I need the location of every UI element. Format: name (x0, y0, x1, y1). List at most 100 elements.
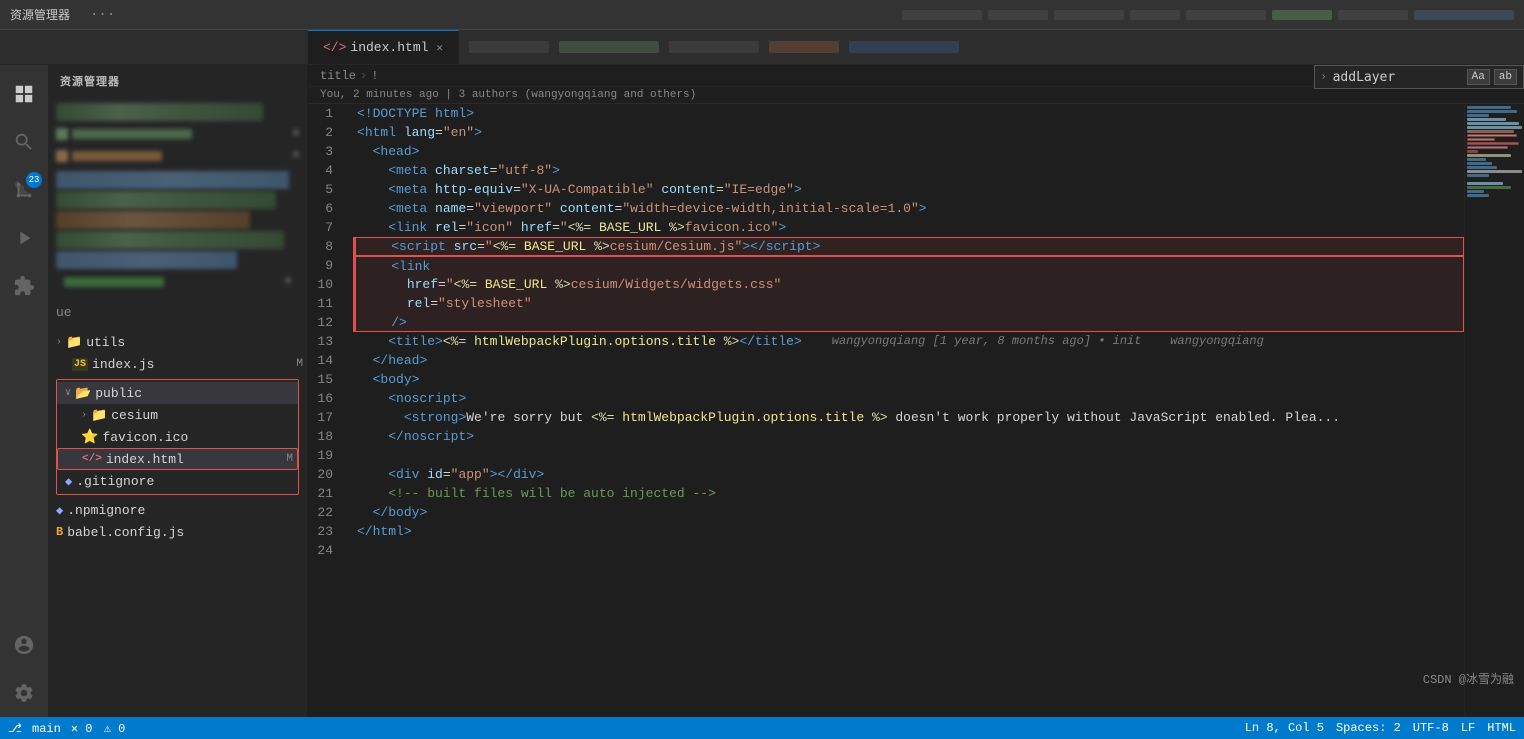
indexjs-modified: M (296, 358, 307, 370)
tab-placeholder-4 (1130, 10, 1180, 20)
status-line-col[interactable]: Ln 8, Col 5 (1245, 721, 1324, 735)
js-icon: JS (72, 358, 88, 371)
tab-placeholder-3 (1054, 10, 1124, 20)
code-line-17: <strong>We're sorry but <%= htmlWebpackP… (353, 408, 1464, 427)
sidebar-item-public[interactable]: ∨ 📂 public (57, 382, 298, 404)
sidebar-label-npmignore: .npmignore (67, 503, 145, 518)
blurred-2 (56, 171, 289, 189)
sidebar-label-public: public (95, 386, 142, 401)
tab-bar-rest (459, 41, 1524, 53)
spacer-2 (48, 323, 307, 327)
search-input[interactable] (1333, 70, 1463, 85)
code-indent (357, 161, 388, 180)
minimap-line-4 (1467, 118, 1506, 121)
blur-label-3 (64, 277, 164, 287)
search-chevron-icon[interactable]: › (1321, 72, 1327, 83)
ln-10: 10 (308, 275, 343, 294)
sidebar-item-ue[interactable]: ue (48, 301, 307, 323)
status-encoding[interactable]: UTF-8 (1413, 721, 1449, 735)
code-editor[interactable]: 1 2 3 4 5 6 7 8 9 10 11 12 13 14 15 16 1 (308, 104, 1524, 717)
sidebar-item-babel[interactable]: B babel.config.js (48, 521, 307, 543)
activity-icon-settings[interactable] (0, 669, 48, 717)
minimap-line-18 (1467, 174, 1489, 177)
status-branch[interactable]: ⎇ main (8, 721, 61, 736)
code-line-16: <noscript> (353, 389, 1464, 408)
tab-close[interactable]: ✕ (436, 41, 443, 55)
ln-22: 22 (308, 503, 343, 522)
blame-line-13: wangyongqiang [1 year, 8 months ago] • i… (832, 332, 1264, 351)
tab-icon: </> (323, 40, 346, 55)
code-indent (357, 142, 373, 161)
activity-icon-run[interactable] (0, 214, 48, 262)
sidebar-item-blurred-2[interactable]: M (48, 145, 307, 167)
code-line-18: </noscript> (353, 427, 1464, 446)
folder-open-icon-public: 📂 (75, 386, 91, 401)
git-blame-bar: You, 2 minutes ago | 3 authors (wangyong… (308, 87, 1524, 104)
code-token: > (474, 123, 482, 142)
status-eol[interactable]: LF (1461, 721, 1475, 735)
sidebar-item-blurred-3[interactable]: M (48, 271, 307, 293)
minimap-line-16 (1467, 166, 1497, 169)
warning-icon: ⚠ (104, 722, 111, 736)
code-token: = (435, 123, 443, 142)
sidebar-item-indexhtml[interactable]: </> index.html M (57, 448, 298, 470)
code-token: < (357, 123, 365, 142)
sidebar-item-cesium[interactable]: › 📁 cesium (57, 404, 298, 426)
sidebar-label-favicon: favicon.ico (102, 430, 188, 445)
babel-icon: B (56, 525, 63, 539)
minimap-line-1 (1467, 106, 1511, 109)
status-errors[interactable]: ✕ 0 ⚠ 0 (71, 721, 125, 736)
code-token: > (552, 161, 560, 180)
blur-m-3: M (285, 277, 291, 288)
tab-ph-c (669, 41, 759, 53)
sidebar-item-blurred-1[interactable]: M (48, 123, 307, 145)
code-lines: 1 2 3 4 5 6 7 8 9 10 11 12 13 14 15 16 1 (308, 104, 1524, 717)
activity-icon-search[interactable] (0, 118, 48, 166)
code-token: <head> (373, 142, 420, 161)
ln-11: 11 (308, 294, 343, 313)
minimap-line-5 (1467, 122, 1519, 125)
folder-icon-utils: 📁 (66, 335, 82, 350)
minimap-line-3 (1467, 114, 1489, 117)
activity-icon-account[interactable] (0, 621, 48, 669)
tab-index-html[interactable]: </> index.html ✕ (308, 30, 459, 65)
minimap-line-9 (1467, 138, 1495, 141)
sidebar-item-npmignore[interactable]: ◆ .npmignore (48, 499, 307, 521)
sidebar-item-utils[interactable]: › 📁 utils (48, 331, 307, 353)
search-case-btn[interactable]: Aa (1467, 69, 1490, 85)
activity-icon-explorer[interactable] (0, 70, 48, 118)
git-icon-npmignore: ◆ (56, 503, 63, 518)
status-spaces[interactable]: Spaces: 2 (1336, 721, 1401, 735)
menu-dots[interactable]: ··· (90, 7, 115, 23)
code-token: < (388, 161, 396, 180)
ln-1: 1 (308, 104, 343, 123)
sidebar-item-gitignore[interactable]: ◆ .gitignore (57, 470, 298, 492)
sidebar-header: 资源管理器 (48, 65, 307, 97)
activity-bar: 23 (0, 65, 48, 717)
ln-14: 14 (308, 351, 343, 370)
activity-icon-git[interactable]: 23 (0, 166, 48, 214)
activity-icon-extensions[interactable] (0, 262, 48, 310)
minimap-line-8 (1467, 134, 1517, 137)
status-right: Ln 8, Col 5 Spaces: 2 UTF-8 LF HTML (1245, 721, 1516, 735)
search-word-btn[interactable]: ab (1494, 69, 1517, 85)
git-blame-text: You, 2 minutes ago | 3 authors (wangyong… (320, 89, 696, 101)
code-line-24 (353, 541, 1464, 560)
sidebar-label-indexhtml: index.html (106, 452, 184, 467)
app-title: 资源管理器 (10, 6, 70, 23)
ln-18: 18 (308, 427, 343, 446)
code-line-1: <!DOCTYPE html> (353, 104, 1464, 123)
git-branch-icon: ⎇ (8, 722, 22, 736)
code-token: meta (396, 161, 427, 180)
status-language[interactable]: HTML (1487, 721, 1516, 735)
blurred-3 (56, 191, 276, 209)
code-token: charset (427, 161, 489, 180)
ln-21: 21 (308, 484, 343, 503)
code-line-20: <div id="app"></div> (353, 465, 1464, 484)
sidebar-item-favicon[interactable]: ⭐ favicon.ico (57, 426, 298, 448)
code-line-3: <head> (353, 142, 1464, 161)
sidebar-item-indexjs[interactable]: JS index.js M (48, 353, 307, 375)
editor-area: › Aa ab title › ! You, 2 minutes ago | 3… (308, 65, 1524, 717)
ln-20: 20 (308, 465, 343, 484)
code-line-23: </html> (353, 522, 1464, 541)
